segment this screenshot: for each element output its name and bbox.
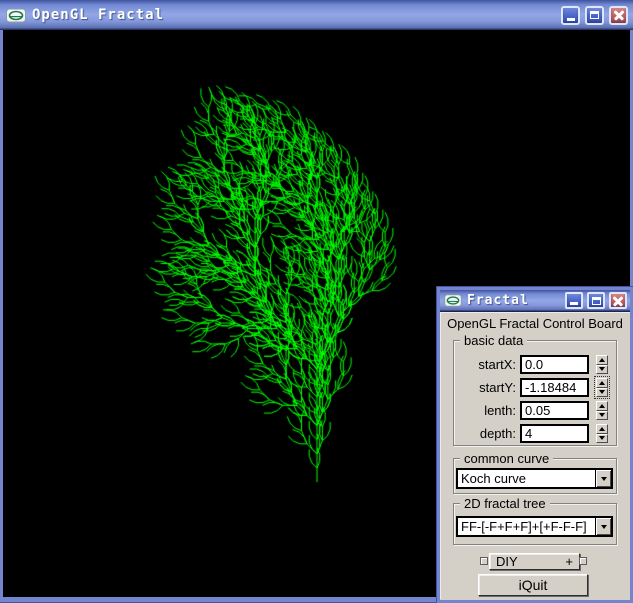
dialog-controls bbox=[565, 292, 627, 309]
spinner-up-icon bbox=[599, 381, 605, 385]
close-button[interactable] bbox=[609, 6, 628, 25]
minimize-button[interactable] bbox=[561, 6, 580, 25]
spinner-down-icon bbox=[599, 367, 605, 371]
fractal-tree-group-label: 2D fractal tree bbox=[460, 496, 550, 511]
common-curve-selected: Koch curve bbox=[458, 471, 595, 486]
maximize-icon bbox=[592, 297, 601, 305]
spinner-down-button[interactable] bbox=[596, 411, 608, 421]
spinner-up-button[interactable] bbox=[596, 424, 608, 434]
spinner-up-icon bbox=[599, 358, 605, 362]
depth-input[interactable] bbox=[520, 424, 589, 443]
startx-input[interactable] bbox=[520, 355, 589, 374]
spinner-up-icon bbox=[599, 427, 605, 431]
common-curve-combobox[interactable]: Koch curve bbox=[456, 468, 613, 489]
depth-row: depth: bbox=[454, 424, 618, 443]
maximize-button[interactable] bbox=[585, 6, 604, 25]
starty-row: startY: bbox=[454, 378, 618, 397]
window-controls bbox=[561, 6, 628, 25]
spinner-down-button[interactable] bbox=[596, 388, 608, 398]
window-title: OpenGL Fractal bbox=[32, 7, 164, 23]
iquit-button[interactable]: iQuit bbox=[478, 574, 588, 596]
starty-spinner bbox=[596, 378, 608, 397]
dialog-minimize-button[interactable] bbox=[565, 292, 583, 309]
opengl-logo-icon bbox=[6, 8, 26, 23]
close-icon bbox=[614, 10, 624, 20]
spinner-down-button[interactable] bbox=[596, 365, 608, 375]
starty-input[interactable] bbox=[520, 378, 589, 397]
common-curve-group-label: common curve bbox=[460, 451, 553, 466]
fractal-tree-combobox[interactable]: FF-[-F+F+F]+[+F-F-F] bbox=[456, 516, 613, 537]
diy-button-label: DIY bbox=[496, 554, 518, 569]
startx-row: startX: bbox=[454, 355, 618, 374]
dropdown-arrow-button[interactable] bbox=[595, 518, 611, 535]
dropdown-arrow-icon bbox=[601, 525, 607, 529]
depth-spinner bbox=[596, 424, 608, 443]
startx-spinner bbox=[596, 355, 608, 374]
depth-label: depth: bbox=[454, 426, 516, 441]
basic-data-group-label: basic data bbox=[460, 333, 527, 348]
dialog-titlebar[interactable]: Fractal bbox=[440, 290, 630, 312]
opengl-logo-icon bbox=[444, 294, 462, 307]
fractal-tree-group: 2D fractal tree FF-[-F+F+F]+[+F-F-F] bbox=[453, 503, 617, 545]
opengl-fractal-window: OpenGL Fractal Fractal OpenGL Frac bbox=[0, 0, 633, 603]
dialog-body: OpenGL Fractal Control Board basic data … bbox=[440, 312, 630, 599]
spinner-up-button[interactable] bbox=[596, 378, 608, 388]
fractal-tree-selected: FF-[-F+F+F]+[+F-F-F] bbox=[458, 519, 595, 534]
spinner-down-icon bbox=[599, 390, 605, 394]
minimize-icon bbox=[567, 18, 575, 21]
dialog-title: Fractal bbox=[467, 293, 529, 308]
fractal-control-dialog: Fractal OpenGL Fractal Control Board bas… bbox=[437, 287, 633, 603]
main-titlebar[interactable]: OpenGL Fractal bbox=[0, 0, 633, 30]
diy-button[interactable]: DIY + bbox=[489, 553, 580, 570]
control-board-heading: OpenGL Fractal Control Board bbox=[440, 316, 630, 331]
spinner-up-button[interactable] bbox=[596, 401, 608, 411]
dialog-close-button[interactable] bbox=[609, 292, 627, 309]
diy-right-grip[interactable] bbox=[579, 557, 587, 565]
minimize-icon bbox=[570, 302, 578, 305]
close-icon bbox=[613, 296, 623, 306]
spinner-down-icon bbox=[599, 436, 605, 440]
spinner-down-icon bbox=[599, 413, 605, 417]
lenth-spinner bbox=[596, 401, 608, 420]
lenth-label: lenth: bbox=[454, 403, 516, 418]
spinner-up-button[interactable] bbox=[596, 355, 608, 365]
startx-label: startX: bbox=[454, 357, 516, 372]
diy-left-grip[interactable] bbox=[480, 557, 488, 565]
dropdown-arrow-icon bbox=[601, 477, 607, 481]
common-curve-group: common curve Koch curve bbox=[453, 458, 617, 494]
starty-label: startY: bbox=[454, 380, 516, 395]
dialog-maximize-button[interactable] bbox=[587, 292, 605, 309]
spinner-up-icon bbox=[599, 404, 605, 408]
maximize-icon bbox=[590, 11, 599, 19]
plus-icon: + bbox=[565, 554, 573, 569]
lenth-row: lenth: bbox=[454, 401, 618, 420]
spinner-down-button[interactable] bbox=[596, 434, 608, 444]
dropdown-arrow-button[interactable] bbox=[595, 470, 611, 487]
lenth-input[interactable] bbox=[520, 401, 589, 420]
iquit-button-label: iQuit bbox=[519, 577, 548, 593]
basic-data-group: basic data startX: startY: bbox=[453, 340, 617, 446]
